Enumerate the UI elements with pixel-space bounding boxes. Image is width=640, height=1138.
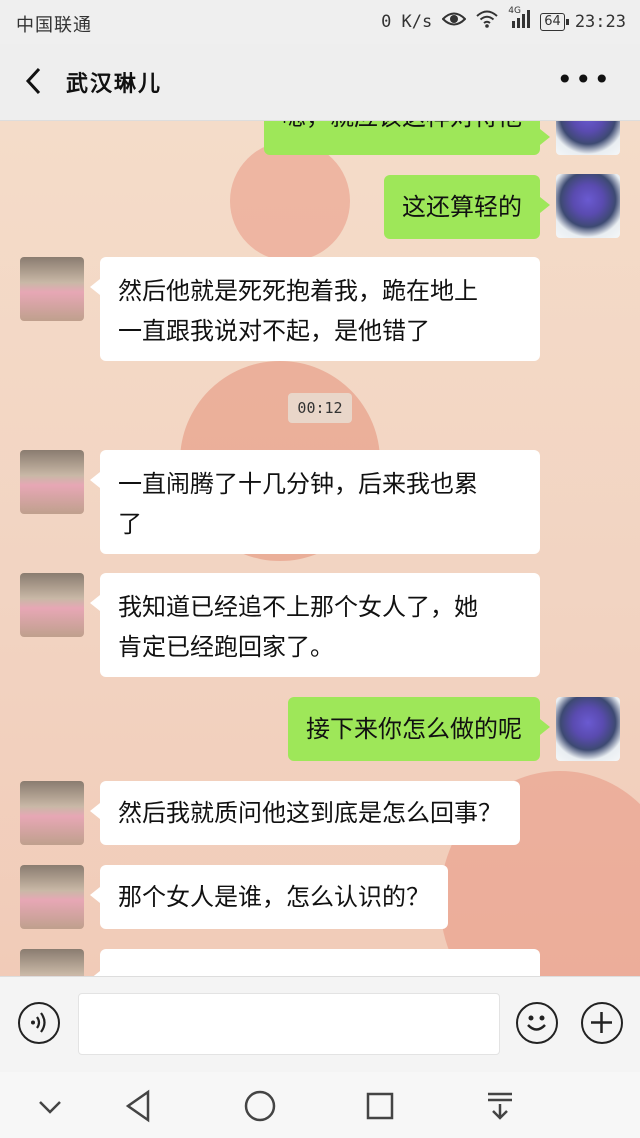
message-bubble-received[interactable] xyxy=(90,949,540,976)
eye-icon xyxy=(441,11,467,32)
message-bubble-received[interactable]: 那个女人是谁，怎么认识的？ xyxy=(90,865,448,929)
system-nav-bar xyxy=(0,1072,640,1138)
signal-type-label: 4G xyxy=(508,6,521,16)
message-bubble-sent[interactable]: 嗯，就应该这样对待他 xyxy=(264,121,550,155)
emoji-icon[interactable] xyxy=(516,1002,558,1044)
avatar[interactable] xyxy=(556,697,620,761)
message-bubble-received[interactable]: 然后我就质问他这到底是怎么回事？ xyxy=(90,781,520,845)
chat-title: 武汉琳儿 xyxy=(66,72,163,97)
message-bubble-received[interactable]: 我知道已经追不上那个女人了，她 肯定已经跑回家了。 xyxy=(90,573,540,677)
signal-icon: 4G xyxy=(508,6,531,33)
message-text: 那个女人是谁，怎么认识的？ xyxy=(118,883,430,911)
message-text-line: 我知道已经追不上那个女人了，她 xyxy=(118,593,478,621)
message-text-line: 一直跟我说对不起，是他错了 xyxy=(118,317,430,345)
home-circle-icon[interactable] xyxy=(240,1086,280,1126)
message-text-line: 肯定已经跑回家了。 xyxy=(118,633,334,661)
message-text: 接下来你怎么做的呢 xyxy=(306,715,522,743)
back-triangle-icon[interactable] xyxy=(120,1086,160,1126)
recents-square-icon[interactable] xyxy=(360,1086,400,1126)
chat-header: 武汉琳儿 ••• xyxy=(0,44,640,121)
message-bubble-sent[interactable]: 接下来你怎么做的呢 xyxy=(288,697,550,761)
message-bubble-received[interactable]: 一直闹腾了十几分钟，后来我也累 了 xyxy=(90,450,540,554)
avatar[interactable] xyxy=(20,573,84,637)
notification-pull-icon[interactable] xyxy=(480,1086,520,1126)
message-text-line: 了 xyxy=(118,510,142,538)
chat-area[interactable]: 嗯，就应该这样对待他 这还算轻的 然后他就是死死抱着我，跪在地上 一直跟我说对不… xyxy=(0,121,640,976)
message-text: 这还算轻的 xyxy=(402,193,522,221)
carrier-name: 中国联通 xyxy=(16,15,92,36)
avatar[interactable] xyxy=(20,257,84,321)
message-bubble-received[interactable]: 然后他就是死死抱着我，跪在地上 一直跟我说对不起，是他错了 xyxy=(90,257,540,361)
avatar[interactable] xyxy=(556,174,620,238)
message-text-line: 一直闹腾了十几分钟，后来我也累 xyxy=(118,470,478,498)
battery-indicator: 64 xyxy=(540,12,569,31)
message-text: 嗯，就应该这样对待他 xyxy=(282,121,522,131)
message-timestamp: 00:12 xyxy=(288,393,352,423)
message-input[interactable] xyxy=(78,993,500,1055)
message-text-line: 然后他就是死死抱着我，跪在地上 xyxy=(118,277,478,305)
chevron-down-icon[interactable] xyxy=(30,1086,70,1126)
avatar[interactable] xyxy=(20,865,84,929)
network-speed: 0 K/s xyxy=(381,11,433,32)
avatar[interactable] xyxy=(20,450,84,514)
avatar[interactable] xyxy=(556,121,620,155)
message-input-bar xyxy=(0,976,640,1072)
avatar[interactable] xyxy=(20,949,84,976)
more-dots-icon[interactable]: ••• xyxy=(556,66,612,94)
avatar[interactable] xyxy=(20,781,84,845)
chevron-left-icon[interactable] xyxy=(20,66,50,96)
wifi-icon xyxy=(476,10,498,33)
clock: 23:23 xyxy=(574,11,626,32)
voice-icon[interactable] xyxy=(18,1002,60,1044)
status-bar: 中国联通 0 K/s 4G 64 23:23 xyxy=(0,0,640,44)
message-text: 然后我就质问他这到底是怎么回事？ xyxy=(118,799,502,827)
plus-icon[interactable] xyxy=(581,1002,623,1044)
background-heart-decoration xyxy=(230,141,350,261)
message-bubble-sent[interactable]: 这还算轻的 xyxy=(384,175,550,239)
